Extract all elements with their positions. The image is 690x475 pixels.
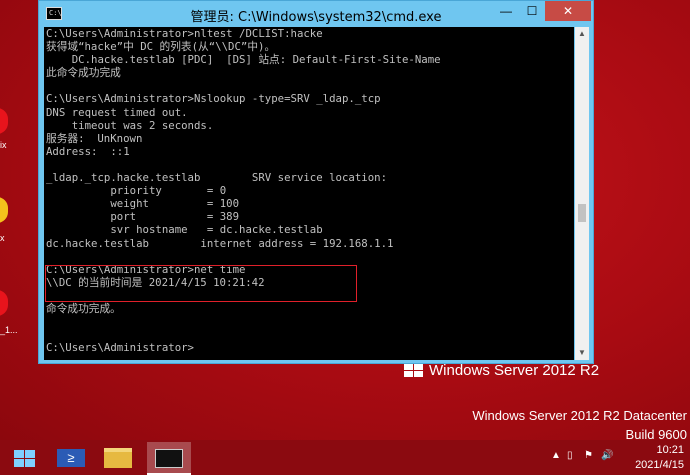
tray-volume-icon[interactable]: 🔊 xyxy=(601,450,613,461)
edition-watermark: Windows Server 2012 R2 Datacenter xyxy=(472,408,687,423)
vertical-scrollbar[interactable]: ▲ ▼ xyxy=(575,27,589,360)
taskbar-powershell[interactable]: ≥ xyxy=(49,442,93,473)
desktop-icon-3[interactable] xyxy=(0,290,8,316)
taskbar-cmd[interactable] xyxy=(147,442,191,475)
cmd-icon xyxy=(155,449,183,468)
scroll-down-arrow-icon[interactable]: ▼ xyxy=(575,346,589,360)
windows-logo-icon xyxy=(404,364,424,378)
maximize-button[interactable]: ☐ xyxy=(519,1,545,21)
desktop-icon-label-2: x xyxy=(0,233,5,243)
tray-flag-icon[interactable]: ▯ xyxy=(567,450,573,461)
clock-time: 10:21 xyxy=(656,444,684,456)
desktop-icon-2[interactable] xyxy=(0,197,8,223)
windows-server-logo-text: Windows Server 2012 R2 xyxy=(429,362,600,379)
scroll-up-arrow-icon[interactable]: ▲ xyxy=(575,27,589,41)
folder-icon xyxy=(104,448,132,468)
title-bar[interactable]: C:\ 管理员: C:\Windows\system32\cmd.exe — ☐… xyxy=(39,1,593,27)
desktop-icon-label-1: ix xyxy=(0,140,7,150)
tray-network-icon[interactable]: ⚑ xyxy=(584,450,593,461)
powershell-icon: ≥ xyxy=(57,449,85,467)
clock-date: 2021/4/15 xyxy=(635,459,684,471)
start-button[interactable] xyxy=(2,442,46,473)
console-output[interactable]: C:\Users\Administrator>nltest /DCLIST:ha… xyxy=(44,27,574,360)
tray-show-hidden-icon[interactable]: ▲ xyxy=(551,450,561,461)
taskbar-clock[interactable]: 10:21 2021/4/15 xyxy=(635,443,684,473)
taskbar: ≥ ▲ ▯ ⚑ 🔊 10:21 2021/4/15 xyxy=(0,440,690,475)
close-button[interactable]: ✕ xyxy=(545,1,591,21)
desktop-icon-label-3: _1... xyxy=(0,325,18,335)
taskbar-file-explorer[interactable] xyxy=(96,442,140,473)
console-text: C:\Users\Administrator>nltest /DCLIST:ha… xyxy=(46,27,441,355)
highlight-box xyxy=(45,265,357,302)
cmd-window[interactable]: C:\ 管理员: C:\Windows\system32\cmd.exe — ☐… xyxy=(38,0,594,364)
minimize-button[interactable]: — xyxy=(493,1,519,21)
desktop-icon-1[interactable] xyxy=(0,108,8,134)
scroll-thumb[interactable] xyxy=(578,204,586,222)
